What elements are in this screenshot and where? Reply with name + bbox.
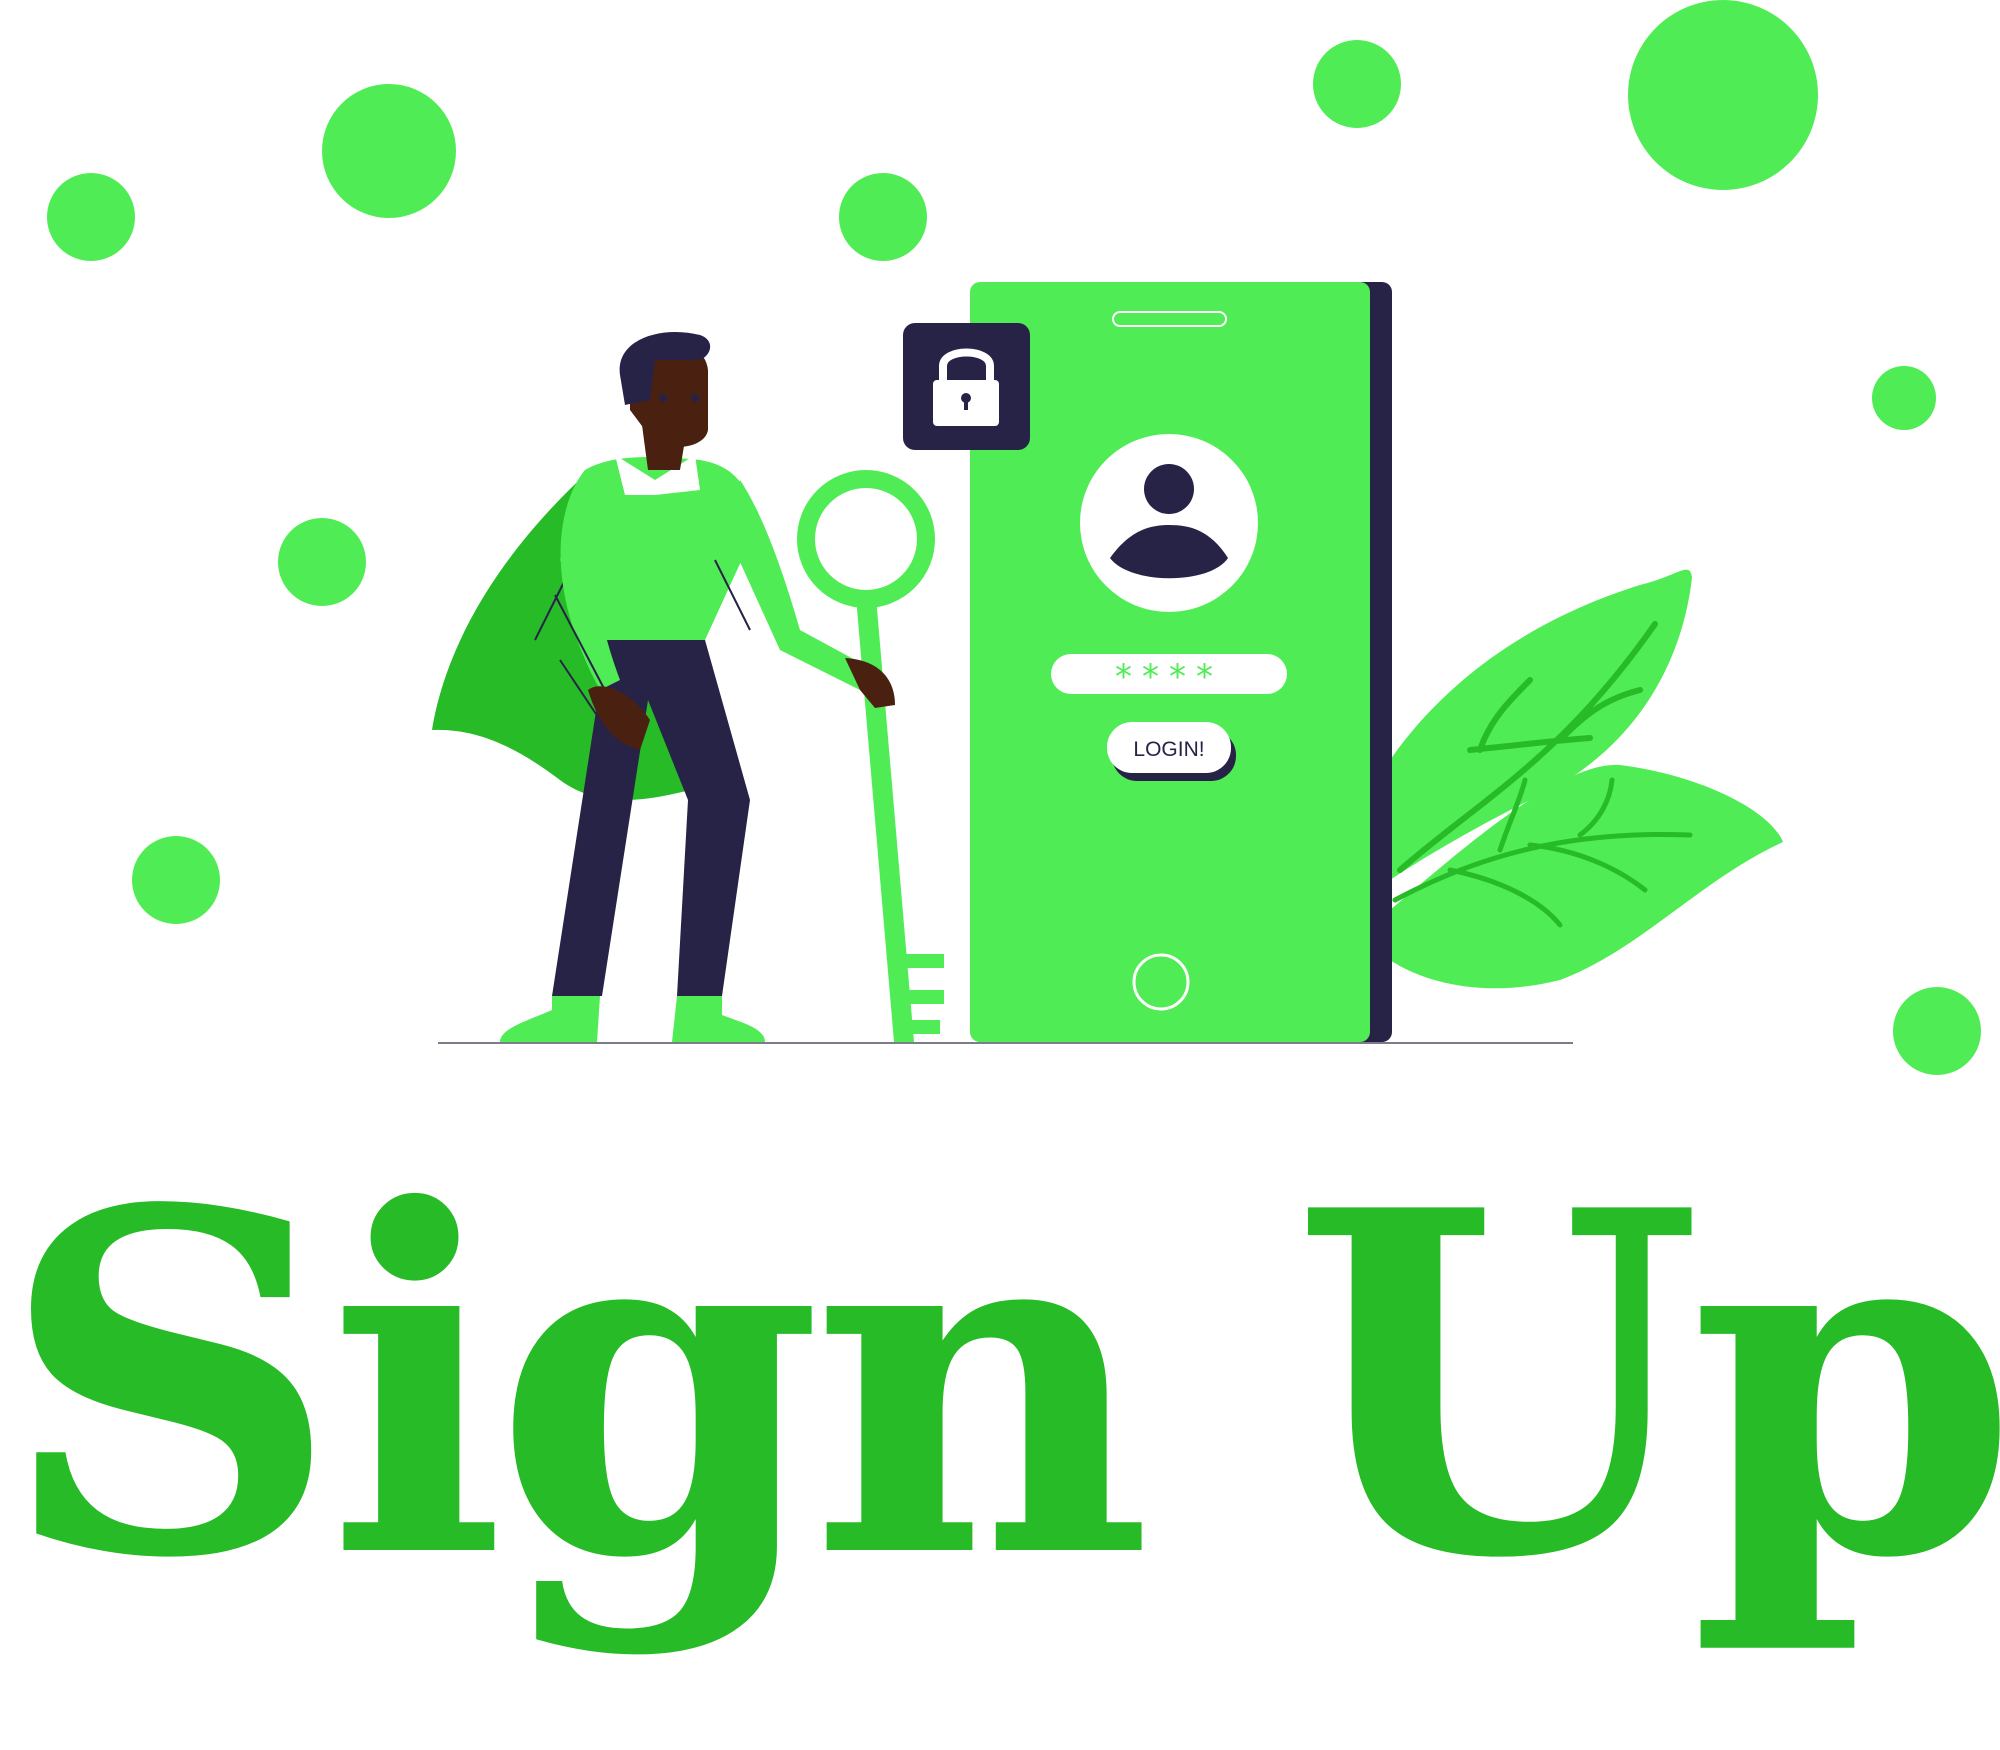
dot [278, 518, 366, 606]
dot [1628, 0, 1818, 190]
key-icon [797, 470, 944, 1042]
dot [322, 84, 456, 218]
dot [132, 836, 220, 924]
dot [47, 173, 135, 261]
leaf-icon [1390, 569, 1783, 989]
dot [1313, 40, 1401, 128]
dot [839, 173, 927, 261]
page-title: Sign Up [0, 1109, 2000, 1661]
dot [1893, 987, 1981, 1075]
dot [1872, 366, 1936, 430]
password-mask: **** [1115, 657, 1223, 697]
lock-icon [903, 323, 1030, 450]
login-button-label: LOGIN! [1133, 738, 1204, 761]
user-avatar-icon [1080, 434, 1258, 612]
phone-mockup: **** LOGIN! [970, 282, 1392, 1042]
